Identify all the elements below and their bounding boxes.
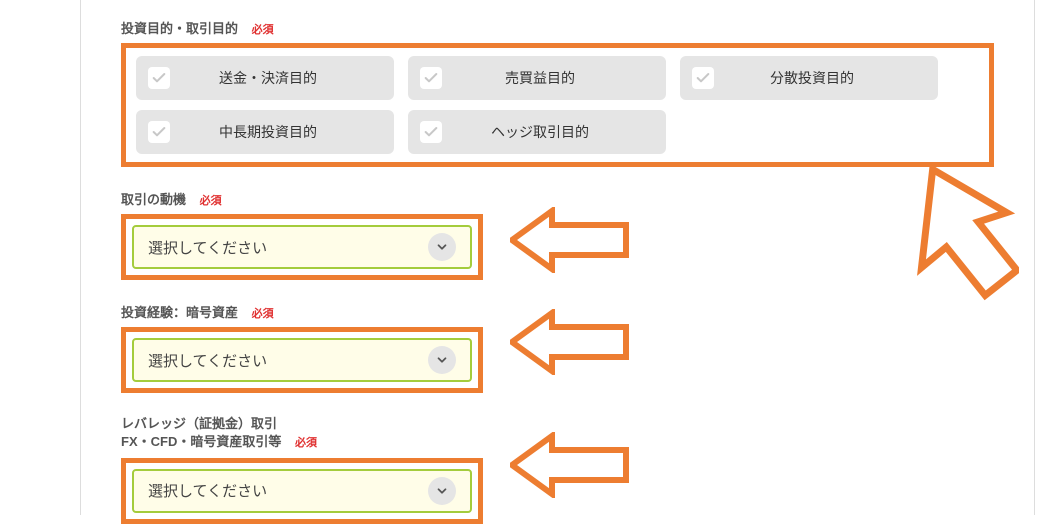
required-badge: 必須 [252, 24, 274, 36]
leverage-select[interactable]: 選択してください [132, 469, 472, 513]
purpose-checkbox-label: 売買益目的 [456, 68, 654, 88]
purpose-checkbox-label: 分散投資目的 [728, 68, 926, 88]
motivation-section-text: 取引の動機 [121, 192, 186, 207]
motivation-section-label: 取引の動機 必須 [121, 189, 994, 208]
required-badge: 必須 [252, 308, 274, 320]
purpose-checkbox-label: 中長期投資目的 [184, 122, 382, 142]
experience-crypto-section-label: 投資経験：暗号資産 必須 [121, 302, 994, 321]
purpose-checkbox-label: ヘッジ取引目的 [456, 122, 654, 142]
checkbox-icon [420, 67, 442, 89]
purpose-checkbox-remittance[interactable]: 送金・決済目的 [136, 56, 394, 100]
checkbox-icon [692, 67, 714, 89]
leverage-group: レバレッジ（証拠金）取引 FX・CFD・暗号資産取引等 必須 選択してください [121, 415, 994, 524]
leverage-select-value: 選択してください [148, 480, 428, 501]
checkbox-icon [420, 121, 442, 143]
chevron-down-icon [428, 477, 456, 505]
required-badge: 必須 [295, 437, 317, 449]
form-panel: 投資目的・取引目的 必須 送金・決済目的 売買益目的 分散投資目的中長期投資目的 ヘッ… [80, 0, 1035, 515]
experience-crypto-group: 投資経験：暗号資産 必須 選択してください [121, 302, 994, 393]
required-badge: 必須 [200, 195, 222, 207]
leverage-section-text-line2: FX・CFD・暗号資産取引等 [121, 434, 281, 449]
experience-crypto-highlight-box: 選択してください [121, 327, 483, 393]
motivation-highlight-box: 選択してください [121, 214, 483, 280]
motivation-select[interactable]: 選択してください [132, 225, 472, 269]
purpose-section-label: 投資目的・取引目的 必須 [121, 18, 994, 37]
purpose-highlight-box: 送金・決済目的 売買益目的 分散投資目的中長期投資目的 ヘッジ取引目的 [121, 43, 994, 167]
chevron-down-icon [428, 346, 456, 374]
motivation-group: 取引の動機 必須 選択してください [121, 189, 994, 280]
checkbox-icon [148, 67, 170, 89]
experience-crypto-select[interactable]: 選択してください [132, 338, 472, 382]
motivation-select-value: 選択してください [148, 237, 428, 258]
purpose-checkbox-long-term[interactable]: 中長期投資目的 [136, 110, 394, 154]
leverage-highlight-box: 選択してください [121, 458, 483, 524]
purpose-section-text: 投資目的・取引目的 [121, 21, 238, 36]
experience-crypto-select-value: 選択してください [148, 350, 428, 371]
chevron-down-icon [428, 233, 456, 261]
experience-crypto-section-text: 投資経験：暗号資産 [121, 305, 238, 320]
purpose-checkbox-grid: 送金・決済目的 売買益目的 分散投資目的中長期投資目的 ヘッジ取引目的 [136, 56, 979, 154]
purpose-checkbox-diversify[interactable]: 分散投資目的 [680, 56, 938, 100]
purpose-checkbox-label: 送金・決済目的 [184, 68, 382, 88]
purpose-checkbox-cap-gain[interactable]: 売買益目的 [408, 56, 666, 100]
checkbox-icon [148, 121, 170, 143]
leverage-section-label: レバレッジ（証拠金）取引 FX・CFD・暗号資産取引等 必須 [121, 415, 994, 452]
purpose-checkbox-hedge[interactable]: ヘッジ取引目的 [408, 110, 666, 154]
leverage-section-text-line1: レバレッジ（証拠金）取引 [121, 416, 277, 431]
